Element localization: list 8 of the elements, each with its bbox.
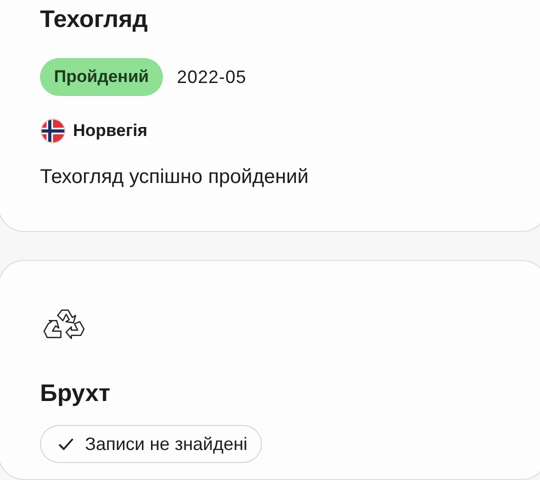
result-chip: Записи не знайдені bbox=[40, 425, 262, 463]
description-text: Техогляд успішно пройдений bbox=[40, 166, 310, 189]
date-text: 2022-05 bbox=[176, 66, 246, 88]
card-title: Техогляд bbox=[40, 5, 149, 35]
status-badge: Пройдений bbox=[40, 58, 163, 96]
country-name: Норвегія bbox=[73, 121, 148, 141]
card-title: Брухт bbox=[40, 379, 112, 409]
norway-flag-icon bbox=[40, 118, 66, 144]
